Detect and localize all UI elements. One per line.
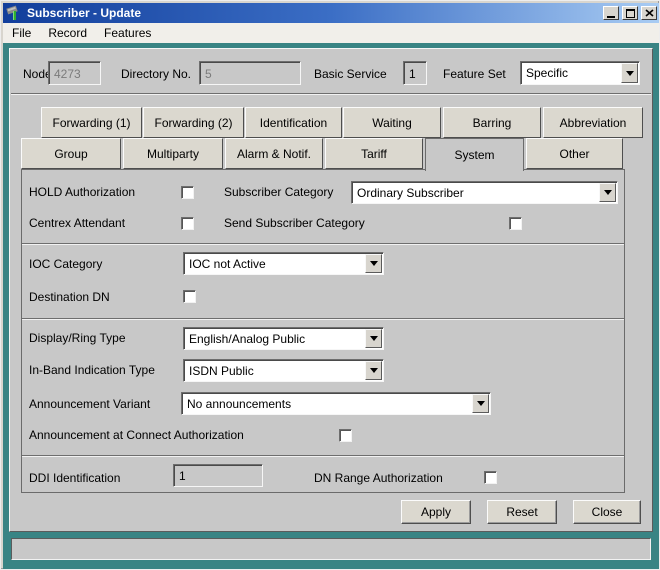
titlebar[interactable]: Subscriber - Update (3, 3, 659, 23)
menubar: File Record Features (3, 23, 659, 43)
tab-label: Alarm & Notif. (237, 147, 311, 161)
in-band-indication-type-label: In-Band Indication Type (29, 363, 155, 377)
tab-forwarding-2[interactable]: Forwarding (2) (143, 107, 244, 138)
status-bar (11, 538, 651, 560)
basic-service-field[interactable]: 1 (403, 61, 427, 85)
tab-alarm-notif[interactable]: Alarm & Notif. (225, 138, 323, 169)
arrow-down-icon (370, 368, 378, 373)
app-icon (6, 5, 22, 21)
menu-record[interactable]: Record (48, 26, 87, 40)
arrow-down-icon (370, 336, 378, 341)
destination-dn-label: Destination DN (29, 290, 110, 304)
feature-set-value: Specific (526, 66, 568, 80)
tab-other[interactable]: Other (526, 138, 623, 169)
announcement-variant-label: Announcement Variant (29, 397, 150, 411)
display-ring-type-value: English/Analog Public (189, 332, 305, 346)
menu-file[interactable]: File (12, 26, 31, 40)
minimize-icon (607, 16, 615, 18)
tab-forwarding-1[interactable]: Forwarding (1) (41, 107, 142, 138)
tab-identification[interactable]: Identification (245, 107, 342, 138)
tab-label: Abbreviation (560, 116, 627, 130)
directory-no-field: 5 (199, 61, 301, 85)
maximize-icon (626, 9, 635, 18)
ioc-category-value: IOC not Active (189, 257, 266, 271)
tab-label: Waiting (372, 116, 412, 130)
centrex-attendant-label: Centrex Attendant (29, 216, 125, 230)
section-separator (22, 243, 624, 245)
arrow-down-icon (370, 261, 378, 266)
section-separator (22, 455, 624, 457)
close-icon (645, 9, 654, 17)
tab-label: Tariff (361, 147, 387, 161)
ioc-category-select[interactable]: IOC not Active (183, 252, 384, 275)
subscriber-category-dropdown-button[interactable] (599, 183, 616, 202)
tab-label: Identification (260, 116, 327, 130)
send-subscriber-category-label: Send Subscriber Category (224, 216, 365, 230)
ddi-identification-label: DDI Identification (29, 471, 120, 485)
tab-waiting[interactable]: Waiting (343, 107, 441, 138)
announcement-variant-select[interactable]: No announcements (181, 392, 491, 415)
tab-label: Barring (473, 116, 512, 130)
tab-label: System (454, 148, 494, 162)
dn-range-authorization-checkbox[interactable] (484, 471, 497, 484)
ioc-category-dropdown-button[interactable] (365, 254, 382, 273)
subscriber-category-select[interactable]: Ordinary Subscriber (351, 181, 618, 204)
arrow-down-icon (477, 401, 485, 406)
centrex-attendant-checkbox[interactable] (181, 217, 194, 230)
section-separator (22, 318, 624, 320)
ioc-category-label: IOC Category (29, 257, 102, 271)
feature-set-label: Feature Set (443, 67, 506, 81)
ddi-identification-field[interactable]: 1 (173, 464, 263, 487)
directory-no-label: Directory No. (121, 67, 191, 81)
basic-service-label: Basic Service (314, 67, 387, 81)
close-button[interactable]: Close (573, 500, 641, 524)
dn-range-authorization-label: DN Range Authorization (314, 471, 443, 485)
display-ring-type-label: Display/Ring Type (29, 331, 126, 345)
window-title: Subscriber - Update (27, 6, 141, 20)
announcement-at-connect-label: Announcement at Connect Authorization (29, 428, 244, 442)
reset-button[interactable]: Reset (487, 500, 557, 524)
tab-multiparty[interactable]: Multiparty (123, 138, 223, 169)
maximize-button[interactable] (622, 6, 638, 20)
announcement-variant-dropdown-button[interactable] (472, 394, 489, 413)
send-subscriber-category-checkbox[interactable] (509, 217, 522, 230)
in-band-indication-type-select[interactable]: ISDN Public (183, 359, 384, 382)
destination-dn-checkbox[interactable] (183, 290, 196, 303)
feature-set-select[interactable]: Specific (520, 61, 640, 85)
arrow-down-icon (604, 190, 612, 195)
subscriber-category-value: Ordinary Subscriber (357, 186, 464, 200)
tab-tariff[interactable]: Tariff (325, 138, 423, 169)
in-band-indication-type-value: ISDN Public (189, 364, 254, 378)
feature-set-dropdown-button[interactable] (621, 63, 638, 83)
tab-abbreviation[interactable]: Abbreviation (543, 107, 643, 138)
display-ring-type-dropdown-button[interactable] (365, 329, 382, 348)
close-window-button[interactable] (641, 6, 657, 20)
menu-features[interactable]: Features (104, 26, 151, 40)
tab-label: Multiparty (147, 147, 199, 161)
announcement-variant-value: No announcements (187, 397, 291, 411)
arrow-down-icon (626, 71, 634, 76)
minimize-button[interactable] (603, 6, 619, 20)
tab-label: Other (559, 147, 589, 161)
tab-group[interactable]: Group (21, 138, 121, 169)
node-field: 4273 (48, 61, 101, 85)
subscriber-category-label: Subscriber Category (224, 185, 333, 199)
in-band-indication-dropdown-button[interactable] (365, 361, 382, 380)
subscriber-update-window: Subscriber - Update File Record Features… (0, 0, 660, 570)
hold-authorization-label: HOLD Authorization (29, 185, 135, 199)
tab-label: Group (54, 147, 87, 161)
tab-system-active[interactable]: System (425, 138, 524, 171)
display-ring-type-select[interactable]: English/Analog Public (183, 327, 384, 350)
hold-authorization-checkbox[interactable] (181, 186, 194, 199)
tab-label: Forwarding (1) (52, 116, 130, 130)
announcement-at-connect-checkbox[interactable] (339, 429, 352, 442)
tab-barring[interactable]: Barring (443, 107, 541, 138)
tab-label: Forwarding (2) (154, 116, 232, 130)
header-separator (11, 93, 651, 95)
apply-button[interactable]: Apply (401, 500, 471, 524)
